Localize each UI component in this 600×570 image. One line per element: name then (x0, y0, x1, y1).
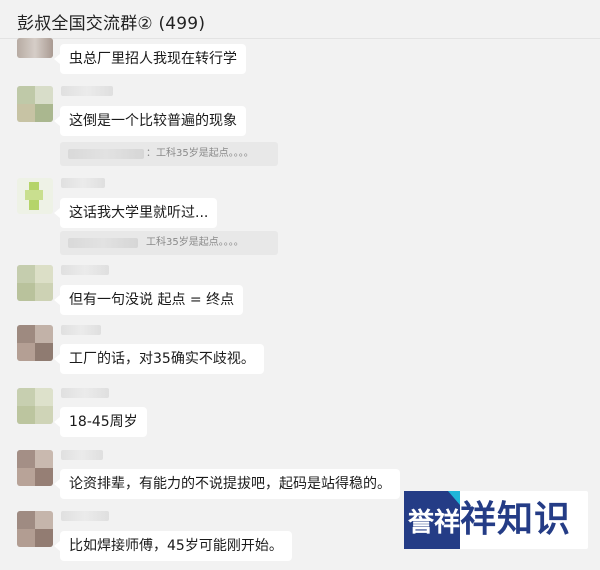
message-bubble[interactable]: 比如焊接师傅，45岁可能刚开始。 (54, 531, 292, 561)
message-bubble[interactable]: 论资排辈，有能力的不说提拔吧，起码是站得稳的。 (54, 469, 400, 499)
avatar[interactable] (17, 265, 53, 301)
avatar[interactable] (17, 388, 53, 424)
quoted-message[interactable]: 工科35岁是起点。。。。 (60, 231, 278, 255)
sender-name (61, 511, 109, 521)
avatar[interactable] (17, 86, 53, 122)
group-title[interactable]: 彭叔全国交流群② (499) (17, 9, 205, 34)
avatar[interactable] (17, 325, 53, 361)
message-bubble[interactable]: 这话我大学里就听过... (53, 198, 218, 228)
chat-header: 彭叔全国交流群② (499) (0, 0, 600, 39)
avatar[interactable] (17, 38, 53, 58)
message-bubble[interactable]: 虫总厂里招人我现在转行学 (54, 44, 246, 74)
sender-name (61, 265, 109, 275)
watermark-mark-text: 誉祥 (408, 508, 460, 538)
avatar[interactable] (17, 511, 53, 547)
message-bubble[interactable]: 18-45周岁 (54, 407, 147, 437)
quoted-message[interactable]: ：工科35岁是起点。。。。 (60, 142, 278, 166)
avatar[interactable] (17, 450, 53, 486)
sender-name (61, 388, 109, 398)
sender-name (61, 86, 113, 96)
message-bubble[interactable]: 工厂的话，对35确实不歧视。 (54, 344, 264, 374)
watermark-mark: 誉祥 (404, 491, 460, 549)
sender-name (61, 325, 101, 335)
sender-name (61, 450, 103, 460)
message-bubble[interactable]: 这倒是一个比较普遍的现象 (54, 106, 246, 136)
avatar[interactable] (17, 178, 53, 214)
quoted-text: ：工科35岁是起点。。。。 (146, 148, 254, 159)
quoted-text: 工科35岁是起点。。。。 (146, 237, 244, 248)
sender-name (61, 178, 105, 188)
watermark-logo: 誉祥 祥知识 (404, 491, 588, 549)
message-bubble[interactable]: 但有一句没说 起点 = 终点 (53, 285, 244, 315)
watermark-text: 祥知识 (460, 499, 572, 540)
